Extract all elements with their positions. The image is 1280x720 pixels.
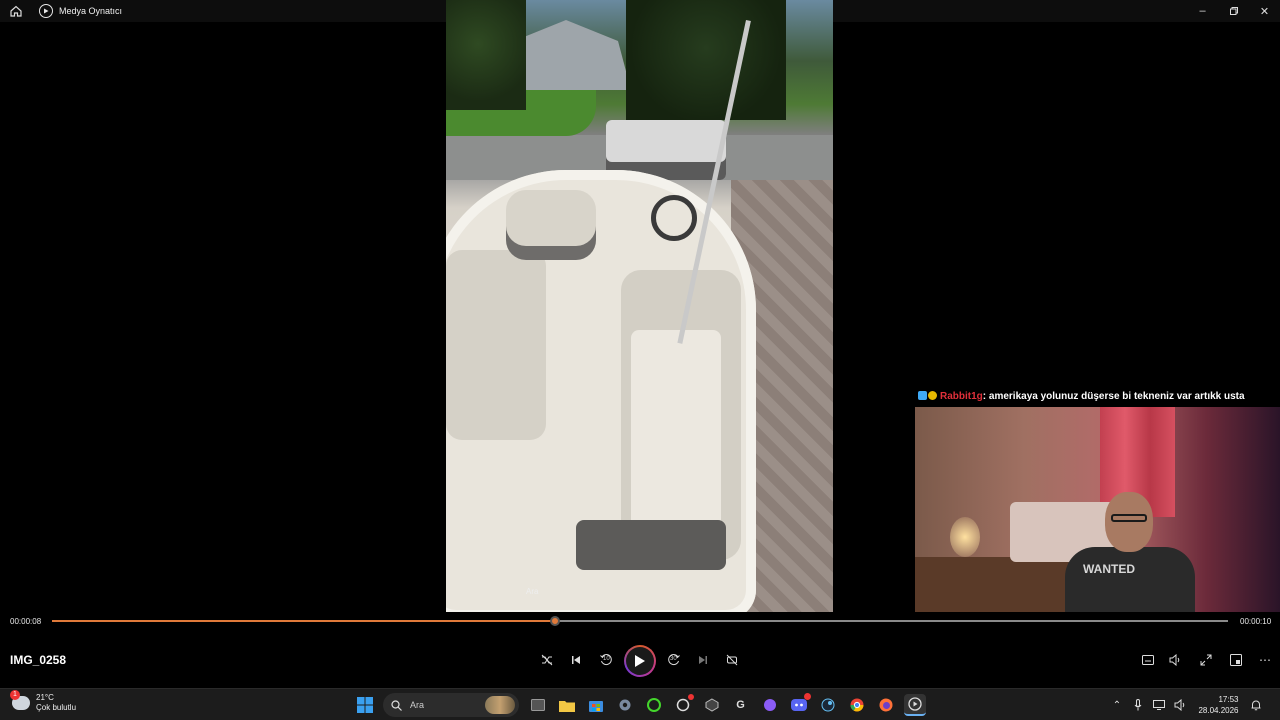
search-placeholder: Ara — [410, 700, 425, 710]
search-highlight-icon — [485, 696, 515, 714]
next-icon[interactable] — [694, 650, 712, 670]
g-hub-icon[interactable]: G — [730, 694, 752, 716]
seek-bar-progress — [52, 620, 556, 622]
skip-forward-label: 30 — [670, 656, 677, 662]
clock[interactable]: 17:53 28.04.2026 — [1198, 694, 1238, 716]
minimize-button[interactable]: – — [1187, 0, 1218, 22]
clock-date: 28.04.2026 — [1198, 706, 1239, 715]
window-title: Medya Oynatıcı — [59, 6, 123, 16]
razer-icon[interactable] — [643, 694, 665, 716]
cloud-icon: 1 — [10, 690, 30, 710]
media-player-taskbar-icon[interactable] — [903, 694, 926, 716]
task-view-icon[interactable] — [527, 694, 549, 716]
steam-icon[interactable] — [817, 694, 839, 716]
seek-thumb[interactable] — [550, 616, 561, 626]
steelseries-icon[interactable] — [672, 694, 694, 716]
seek-tooltip: Ara — [526, 587, 539, 596]
microphone-icon[interactable] — [1129, 696, 1147, 714]
streamer: WANTED — [1065, 492, 1195, 612]
taskbar-search[interactable]: Ara — [383, 693, 519, 717]
total-time: 00:00:10 — [1240, 617, 1272, 626]
home-icon[interactable] — [5, 0, 27, 22]
skip-back-label: 10 — [603, 656, 610, 662]
store-icon[interactable] — [585, 694, 607, 716]
skip-back-button[interactable]: 10 — [596, 650, 616, 670]
play-button[interactable] — [624, 645, 656, 677]
video-frame[interactable] — [446, 0, 833, 612]
chrome-icon[interactable] — [846, 694, 868, 716]
weather-badge: 1 — [10, 690, 20, 700]
file-name: IMG_0258 — [10, 653, 67, 667]
chat-username: Rabbit1g — [940, 391, 983, 402]
media-player-app-icon — [39, 4, 53, 18]
volume-icon[interactable] — [1166, 650, 1184, 670]
firefox-icon[interactable] — [875, 694, 897, 716]
chat-message: Rabbit1g: amerikaya yolunuz düşerse bi t… — [918, 391, 1245, 402]
search-icon — [391, 699, 402, 711]
shirt-text: WANTED — [1083, 562, 1135, 576]
weather-temp: 21°C — [36, 693, 54, 702]
subtitles-icon[interactable] — [1139, 650, 1157, 670]
shuffle-off-icon[interactable] — [538, 650, 556, 670]
current-time: 00:00:08 — [10, 617, 42, 626]
repeat-off-icon[interactable] — [723, 650, 741, 670]
app-purple-icon[interactable] — [759, 694, 781, 716]
chat-text: : amerikaya yolunuz düşerse bi tekneniz … — [982, 391, 1245, 402]
subscriber-badge-icon — [918, 391, 927, 400]
chevron-up-icon[interactable]: ⌃ — [1108, 696, 1126, 714]
weather-desc: Çok bulutlu — [36, 703, 77, 712]
maximize-button[interactable] — [1218, 0, 1249, 22]
mini-player-icon[interactable] — [1227, 650, 1245, 670]
network-icon[interactable] — [1150, 696, 1168, 714]
taskbar: 1 21°C Çok bulutlu Ara G ⌃ 17:53 28.04.2… — [0, 688, 1280, 720]
more-options-icon[interactable]: ⋯ — [1256, 650, 1274, 670]
file-explorer-icon[interactable] — [556, 694, 578, 716]
close-button[interactable]: ✕ — [1249, 0, 1280, 22]
seek-bar[interactable] — [52, 616, 1228, 626]
bits-badge-icon — [928, 391, 937, 400]
discord-icon[interactable] — [788, 693, 811, 716]
skip-forward-button[interactable]: 30 — [664, 650, 684, 670]
clock-time: 17:53 — [1218, 695, 1239, 704]
obs-icon[interactable] — [701, 694, 723, 716]
system-tray: ⌃ 17:53 28.04.2026 — [1106, 693, 1266, 717]
media-player-window: Medya Oynatıcı – ✕ Rabbit1g: amerikaya y… — [0, 0, 1280, 688]
weather-widget[interactable]: 1 21°C Çok bulutlu — [10, 690, 77, 713]
start-icon[interactable] — [354, 694, 376, 716]
settings-gear-icon[interactable] — [614, 694, 636, 716]
fullscreen-icon[interactable] — [1197, 650, 1215, 670]
notification-bell-icon[interactable] — [1247, 696, 1265, 714]
speaker-icon[interactable] — [1171, 696, 1189, 714]
previous-icon[interactable] — [567, 650, 585, 670]
webcam-overlay: WANTED — [915, 407, 1280, 612]
